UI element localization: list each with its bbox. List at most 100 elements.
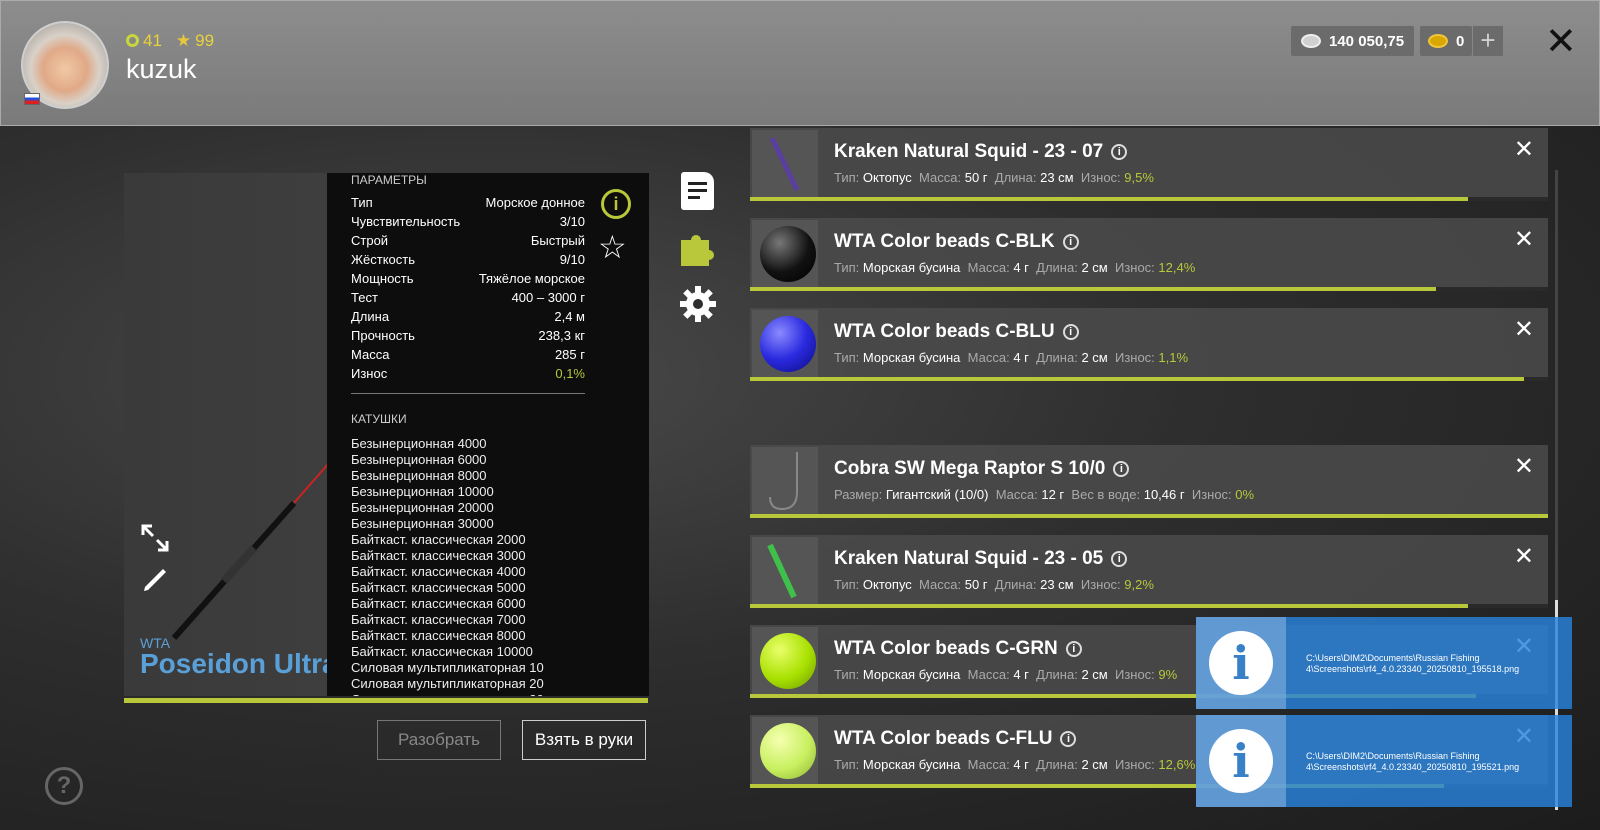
item-name: WTA Color beads C-FLU i xyxy=(834,728,1077,750)
item-wear-fill xyxy=(750,514,1548,518)
silver-coins-icon xyxy=(1301,34,1321,48)
gear-icon[interactable] xyxy=(679,285,717,323)
remove-item-icon[interactable]: ✕ xyxy=(1514,452,1534,481)
close-icon[interactable]: ✕ xyxy=(1545,19,1577,64)
tackle-item[interactable]: Kraken Natural Squid - 23 - 05 i Тип: Окто… xyxy=(750,535,1548,607)
item-details: Тип: Октопус Масса: 50 г Длина: 23 см Из… xyxy=(834,170,1154,185)
reel-item: Силовая мультипликаторная 20 xyxy=(351,676,544,691)
reels-heading: КАТУШКИ xyxy=(351,412,407,426)
item-thumbnail xyxy=(752,537,818,605)
param-value: 400 – 3000 г xyxy=(511,290,585,305)
param-value: Морское донное xyxy=(485,195,585,210)
param-label: Масса xyxy=(351,347,390,362)
russia-flag-icon xyxy=(24,93,40,105)
add-gold-button[interactable]: + xyxy=(1473,26,1503,56)
param-row: Мощность Тяжёлое морское xyxy=(351,269,585,288)
param-row: Износ 0,1% xyxy=(351,364,585,383)
param-row: Тип Морское донное xyxy=(351,193,585,212)
reel-item: Безынерционная 30000 xyxy=(351,516,494,531)
item-wear-bar xyxy=(750,197,1548,201)
item-wear-bar xyxy=(750,514,1548,518)
param-label: Износ xyxy=(351,366,388,381)
item-name: WTA Color beads C-BLU i xyxy=(834,321,1079,343)
remove-item-icon[interactable]: ✕ xyxy=(1514,135,1534,164)
info-icon[interactable]: i xyxy=(1065,641,1082,657)
info-icon[interactable]: i xyxy=(1111,551,1128,567)
reel-item: Безынерционная 6000 xyxy=(351,452,487,467)
info-icon[interactable]: i xyxy=(1111,144,1128,160)
item-name: Kraken Natural Squid - 23 - 07 i xyxy=(834,141,1128,163)
info-icon[interactable]: i xyxy=(1113,461,1130,477)
level-ring-icon xyxy=(126,34,139,47)
param-value: Тяжёлое морское xyxy=(478,271,585,286)
tackle-item[interactable]: WTA Color beads C-BLK i Тип: Морская бусин… xyxy=(750,218,1548,290)
info-icon[interactable]: i xyxy=(1062,234,1079,250)
reel-item: Безынерционная 20000 xyxy=(351,500,494,515)
param-value: 285 г xyxy=(554,347,585,362)
param-value: 2,4 м xyxy=(554,309,585,324)
remove-item-icon[interactable]: ✕ xyxy=(1514,225,1534,254)
username: kuzuk xyxy=(126,54,197,84)
param-row: Прочность 238,3 кг xyxy=(351,326,585,345)
param-label: Жёсткость xyxy=(351,252,415,267)
reel-item: Безынерционная 4000 xyxy=(351,436,487,451)
level-stat: 41 xyxy=(126,31,162,51)
param-label: Тип xyxy=(351,195,373,210)
tackle-item[interactable]: WTA Color beads C-BLU i Тип: Морская бусин… xyxy=(750,308,1548,380)
screenshot-notification[interactable]: i C:\Users\DIM2\Documents\Russian Fishin… xyxy=(1196,617,1572,709)
notification-path: C:\Users\DIM2\Documents\Russian Fishing … xyxy=(1306,653,1520,674)
param-label: Тест xyxy=(351,290,378,305)
item-name: WTA Color beads C-BLK i xyxy=(834,231,1079,253)
param-label: Строй xyxy=(351,233,389,248)
param-row: Длина 2,4 м xyxy=(351,307,585,326)
param-value: 238,3 кг xyxy=(538,328,585,343)
param-label: Чувствительность xyxy=(351,214,461,229)
item-thumbnail xyxy=(752,310,818,378)
item-name: WTA Color beads C-GRN i xyxy=(834,638,1082,660)
remove-item-icon[interactable]: ✕ xyxy=(1514,542,1534,571)
item-name: Kraken Natural Squid - 23 - 05 i xyxy=(834,548,1128,570)
tackle-item[interactable]: Cobra SW Mega Raptor S 10/0 i Размер: Гига… xyxy=(750,445,1548,517)
pencil-icon[interactable] xyxy=(140,565,170,595)
params-heading: ПАРАМЕТРЫ xyxy=(351,173,427,187)
info-icon[interactable]: i xyxy=(1062,324,1079,340)
item-details: Тип: Октопус Масса: 50 г Длина: 23 см Из… xyxy=(834,577,1154,592)
screenshot-notification[interactable]: i C:\Users\DIM2\Documents\Russian Fishin… xyxy=(1196,715,1572,807)
item-wear-bar xyxy=(750,287,1548,291)
tackle-item[interactable]: Kraken Natural Squid - 23 - 07 i Тип: Окто… xyxy=(750,128,1548,200)
help-icon[interactable]: ? xyxy=(45,767,83,805)
param-label: Длина xyxy=(351,309,390,324)
divider xyxy=(351,393,585,394)
reel-item: Безынерционная 10000 xyxy=(351,484,494,499)
reel-item: Байткаст. классическая 7000 xyxy=(351,612,526,627)
reel-item: Байткаст. классическая 3000 xyxy=(351,548,526,563)
param-value: 9/10 xyxy=(559,252,585,267)
param-row: Строй Быстрый xyxy=(351,231,585,250)
item-details: Тип: Морская бусина Масса: 4 г Длина: 2 … xyxy=(834,757,1196,772)
gold-coins-icon xyxy=(1428,34,1448,48)
take-in-hands-button[interactable]: Взять в руки xyxy=(522,720,646,760)
reel-item: Байткаст. классическая 10000 xyxy=(351,644,533,659)
document-icon[interactable] xyxy=(681,172,714,210)
item-wear-bar xyxy=(750,604,1548,608)
remove-item-icon[interactable]: ✕ xyxy=(1514,315,1534,344)
param-value: Быстрый xyxy=(530,233,585,248)
info-icon: i xyxy=(1209,631,1273,695)
disassemble-button[interactable]: Разобрать xyxy=(377,720,501,760)
favorite-star-icon[interactable]: ☆ xyxy=(598,228,627,266)
item-wear-fill xyxy=(750,377,1525,381)
expand-icon[interactable] xyxy=(140,523,170,553)
reel-item: Безынерционная 8000 xyxy=(351,468,487,483)
item-details: Тип: Морская бусина Масса: 4 г Длина: 2 … xyxy=(834,667,1178,682)
info-icon[interactable]: i xyxy=(1060,731,1077,747)
rank-star-icon: ★ xyxy=(175,31,192,50)
param-label: Мощность xyxy=(351,271,414,286)
item-thumbnail xyxy=(752,130,818,198)
param-value: 3/10 xyxy=(559,214,585,229)
puzzle-icon[interactable] xyxy=(679,230,717,268)
item-name: Cobra SW Mega Raptor S 10/0 i xyxy=(834,458,1130,480)
item-wear-bar xyxy=(750,377,1548,381)
info-icon[interactable]: i xyxy=(601,189,631,219)
params-list: Тип Морское донное Чувствительность 3/10 Стр… xyxy=(351,193,649,383)
info-icon: i xyxy=(1209,729,1273,793)
